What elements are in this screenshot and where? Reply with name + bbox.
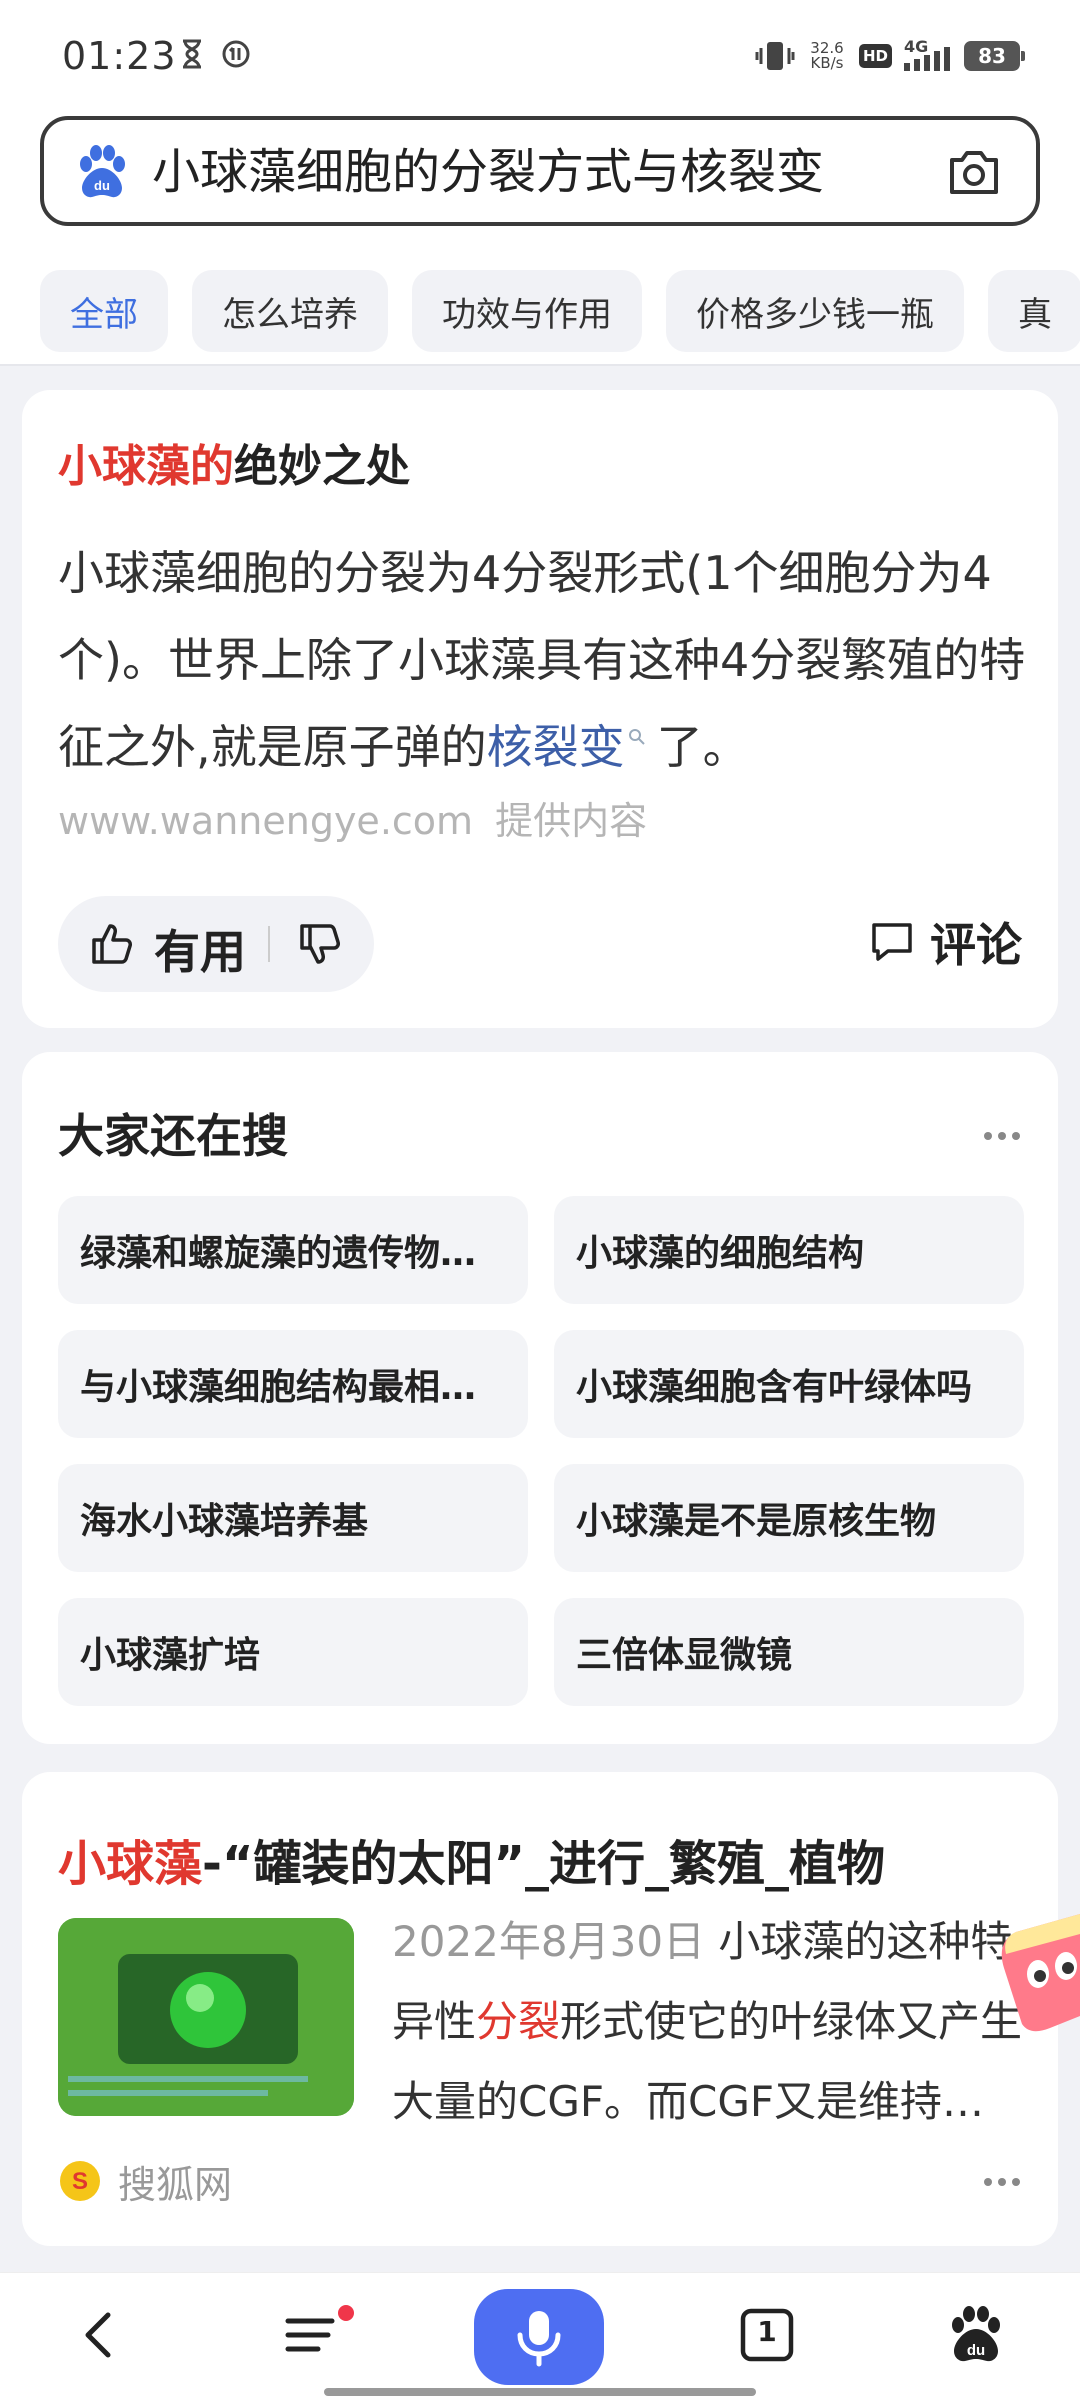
- search-query[interactable]: 小球藻细胞的分裂方式与核裂变: [152, 144, 824, 200]
- related-searches-card: 大家还在搜 绿藻和螺旋藻的遗传物… 小球藻的细胞结构 与小球藻细胞结构最相… 小…: [22, 1052, 1058, 1744]
- related-chip[interactable]: 海水小球藻培养基: [58, 1464, 528, 1572]
- baidu-home-icon[interactable]: du: [944, 2303, 1008, 2367]
- related-chip-grid: 绿藻和螺旋藻的遗传物… 小球藻的细胞结构 与小球藻细胞结构最相… 小球藻细胞含有…: [58, 1196, 1024, 1706]
- comment-icon: [872, 923, 912, 961]
- tab-count: 1: [757, 2315, 777, 2348]
- related-chip[interactable]: 小球藻扩培: [58, 1598, 528, 1706]
- result-source[interactable]: S 搜狐网: [58, 2156, 233, 2207]
- thumbs-up-icon[interactable]: [88, 920, 136, 968]
- related-chip[interactable]: 小球藻是不是原核生物: [554, 1464, 1024, 1572]
- back-icon[interactable]: [68, 2303, 132, 2367]
- sohu-logo-icon: S: [60, 2161, 100, 2201]
- home-indicator[interactable]: [324, 2388, 756, 2396]
- tabs-button[interactable]: 1: [735, 2303, 799, 2367]
- menu-icon[interactable]: [282, 2303, 362, 2367]
- svg-text:du: du: [967, 2342, 985, 2359]
- result-date: 2022年8月30日: [392, 1917, 706, 1966]
- nuclear-fission-link[interactable]: 核裂变: [487, 720, 625, 774]
- result-snippet: 2022年8月30日 小球藻的这种特异性分裂形式使它的叶绿体又产生大量的CGF。…: [392, 1917, 1023, 2126]
- comment-button[interactable]: 评论: [868, 910, 1022, 974]
- tab-more[interactable]: 真: [988, 270, 1080, 352]
- svg-text:S: S: [72, 2168, 88, 2195]
- bottom-nav: 1 du: [0, 2272, 1080, 2400]
- related-chip[interactable]: 小球藻细胞含有叶绿体吗: [554, 1330, 1024, 1438]
- result-source-name: 搜狐网: [118, 2162, 233, 2207]
- search-box[interactable]: du 小球藻细胞的分裂方式与核裂变: [40, 116, 1040, 226]
- data-saver-icon: [222, 40, 250, 68]
- result-title[interactable]: 小球藻-“罐装的太阳”_进行_繁殖_植物: [58, 1824, 885, 1894]
- network-speed: 32.6 KB/s: [810, 39, 844, 72]
- answer-body: 小球藻细胞的分裂为4分裂形式(1个细胞分为4个)。世界上除了小球藻具有这种4分裂…: [58, 546, 1026, 774]
- answer-source[interactable]: www.wannengye.com 提供内容: [58, 790, 647, 845]
- related-chip[interactable]: 三倍体显微镜: [554, 1598, 1024, 1706]
- status-bar: 01:23 32.6 KB/s HD 4G 83: [0, 0, 1080, 110]
- baidu-paw-logo: du: [80, 145, 125, 198]
- result-thumbnail[interactable]: [58, 1918, 354, 2116]
- pill-divider: [268, 926, 270, 962]
- microphone-icon: [517, 2311, 561, 2367]
- filter-tabs: 全部 怎么培养 功效与作用 价格多少钱一瓶 真: [40, 270, 1080, 352]
- status-time: 01:23: [62, 34, 177, 78]
- answer-card: 小球藻的绝妙之处 小球藻细胞的分裂为4分裂形式(1个细胞分为4个)。世界上除了小…: [22, 390, 1058, 1028]
- related-chip[interactable]: 小球藻的细胞结构: [554, 1196, 1024, 1304]
- related-title: 大家还在搜: [58, 1109, 288, 1163]
- floating-mascot-icon[interactable]: [996, 1908, 1080, 2036]
- related-chip[interactable]: 与小球藻细胞结构最相…: [58, 1330, 528, 1438]
- tab-benefits[interactable]: 功效与作用: [412, 270, 642, 352]
- search-hint-icon: [628, 728, 645, 745]
- hourglass-icon: [183, 39, 201, 69]
- signal-4g-icon: 4G: [904, 37, 952, 73]
- tab-how-to-cultivate[interactable]: 怎么培养: [192, 270, 388, 352]
- vibrate-icon: [755, 42, 795, 70]
- tabs-divider: [0, 364, 1080, 366]
- feedback-pill: 有用: [58, 896, 374, 992]
- more-options-icon[interactable]: [982, 2176, 1022, 2188]
- answer-title[interactable]: 小球藻的绝妙之处: [58, 430, 410, 494]
- svg-text:du: du: [94, 178, 110, 193]
- camera-icon[interactable]: [946, 146, 1002, 198]
- voice-search-button[interactable]: [474, 2289, 604, 2385]
- related-chip[interactable]: 绿藻和螺旋藻的遗传物…: [58, 1196, 528, 1304]
- status-indicators: 32.6 KB/s HD 4G 83: [755, 36, 1025, 76]
- tab-price[interactable]: 价格多少钱一瓶: [666, 270, 964, 352]
- hd-badge: HD: [858, 44, 892, 68]
- useful-button[interactable]: 有用: [154, 916, 246, 982]
- search-result-card: 小球藻-“罐装的太阳”_进行_繁殖_植物 2022年8月30日 小球藻的这种特异…: [22, 1772, 1058, 2246]
- tab-all[interactable]: 全部: [40, 270, 168, 352]
- comment-label: 评论: [930, 918, 1022, 972]
- battery-indicator: 83: [964, 41, 1025, 71]
- thumbs-down-icon[interactable]: [296, 920, 344, 968]
- more-options-icon[interactable]: [982, 1130, 1022, 1142]
